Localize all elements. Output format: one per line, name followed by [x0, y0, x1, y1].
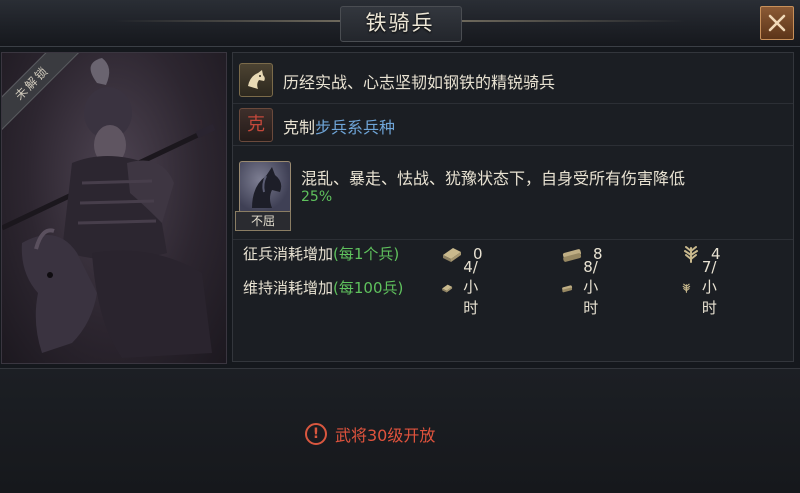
skill-description: 混乱、暴走、怯战、犹豫状态下，自身受所有伤害降低	[301, 169, 686, 188]
recruit-cost-label: 征兵消耗增加	[243, 245, 334, 263]
close-icon	[768, 14, 786, 32]
counter-text: 克制步兵系兵种	[283, 114, 395, 138]
upkeep-food-cost: 4/小时	[441, 258, 488, 317]
recruit-cost-line: 征兵消耗增加(每1个兵) 0 8 4	[243, 243, 721, 265]
upkeep-wood-value: 8/小时	[583, 258, 599, 317]
counter-row: 克 克制步兵系兵种	[233, 105, 793, 146]
unit-info-panel: 历经实战、心志坚韧如钢铁的精锐骑兵 克 克制步兵系兵种 不屈 混乱、暴走、怯战、…	[232, 52, 794, 362]
upkeep-cost-unit: (每100兵)	[333, 279, 404, 297]
unlock-text: 武将30级开放	[335, 426, 436, 445]
grain-icon	[682, 283, 691, 293]
food-icon	[443, 248, 461, 262]
wood-icon	[562, 249, 582, 262]
counter-lead: 克制	[283, 118, 316, 137]
grain-icon	[684, 246, 698, 263]
recruit-cost-unit: (每1个兵)	[333, 245, 400, 263]
upkeep-grain-value: 7/小时	[701, 258, 717, 317]
window-title: 铁骑兵	[365, 11, 435, 35]
skill-row: 不屈 混乱、暴走、怯战、犹豫状态下，自身受所有伤害降低 25%	[233, 151, 793, 240]
unit-description: 历经实战、心志坚韧如钢铁的精锐骑兵	[283, 73, 556, 92]
unit-portrait: 未解锁	[1, 52, 227, 364]
warning-icon: !	[305, 423, 327, 445]
cavalry-rider-illustration	[2, 58, 216, 358]
skill-value: 25%	[301, 189, 333, 205]
title-bar: 铁骑兵	[0, 0, 800, 47]
close-button[interactable]	[760, 6, 794, 40]
upkeep-grain-cost: 7/小时	[681, 258, 726, 317]
food-icon	[442, 284, 453, 293]
counter-glyph: 克	[247, 114, 265, 135]
unlock-requirement: ! 武将30级开放	[305, 421, 435, 447]
skill-name-tag: 不屈	[235, 211, 291, 231]
description-row: 历经实战、心志坚韧如钢铁的精锐骑兵	[233, 59, 793, 104]
upkeep-cost-line: 维持消耗增加(每100兵) 4/小时 8/小时 7/小时	[243, 258, 717, 317]
skill-icon[interactable]	[239, 161, 291, 213]
upkeep-food-value: 4/小时	[463, 258, 479, 317]
wood-icon	[562, 285, 573, 293]
upkeep-wood-cost: 8/小时	[561, 258, 608, 317]
cost-section: 征兵消耗增加(每1个兵) 0 8 4 维持消耗增加(每100兵) 4/小时 8/…	[233, 243, 793, 353]
horse-emblem-icon	[239, 63, 273, 97]
counter-target[interactable]: 步兵系兵种	[315, 118, 395, 137]
upkeep-cost-label: 维持消耗增加	[243, 279, 334, 297]
unlock-panel: ! 武将30级开放	[0, 368, 800, 493]
counter-icon: 克	[239, 108, 273, 142]
horse-head-icon	[252, 167, 282, 208]
